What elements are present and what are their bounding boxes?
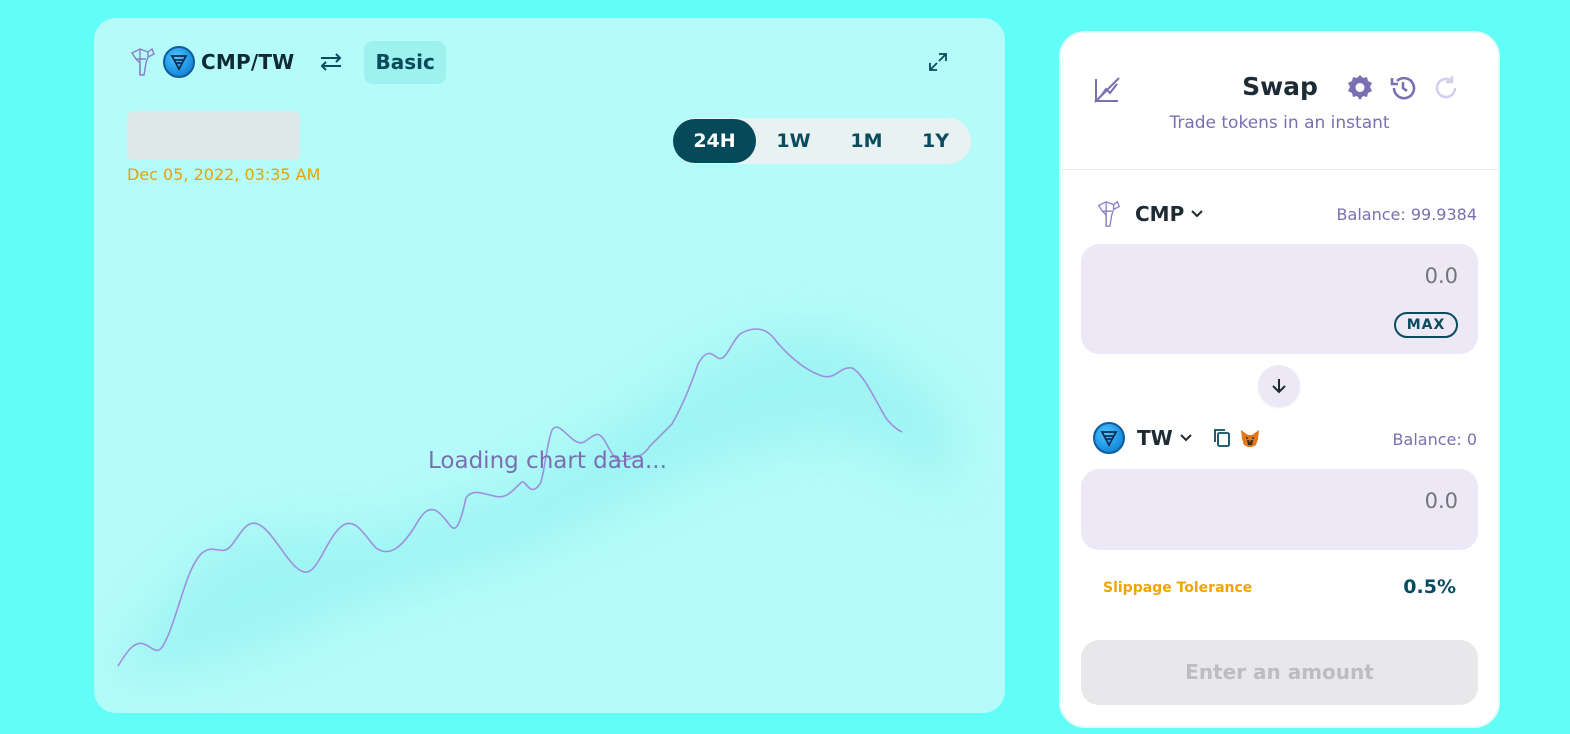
range-1m-button[interactable]: 1M xyxy=(831,119,902,163)
cmp-token-icon xyxy=(1097,200,1121,227)
price-loading-placeholder xyxy=(127,111,300,160)
tw-token-icon xyxy=(163,46,195,78)
refresh-icon xyxy=(1435,76,1457,99)
from-amount-input[interactable] xyxy=(1158,264,1458,288)
arrow-down-icon xyxy=(1272,379,1286,394)
slippage-label[interactable]: Slippage Tolerance xyxy=(1103,580,1252,596)
basic-mode-button[interactable]: Basic xyxy=(364,40,446,84)
expand-icon xyxy=(929,53,947,71)
swap-submit-button[interactable]: Enter an amount xyxy=(1081,640,1478,705)
header-divider xyxy=(1061,169,1498,170)
expand-button[interactable] xyxy=(926,50,950,74)
slippage-value: 0.5% xyxy=(1403,576,1456,598)
range-24h-button[interactable]: 24H xyxy=(673,119,756,163)
metamask-fox-icon[interactable] xyxy=(1239,427,1261,449)
chart-panel: CMP/TW Basic Dec 05, 2022, 03:35 AM 24H … xyxy=(94,18,1005,713)
cmp-token-icon xyxy=(126,45,158,79)
chart-glow xyxy=(118,329,954,678)
range-1w-button[interactable]: 1W xyxy=(756,119,831,163)
history-icon xyxy=(1390,76,1416,100)
chart-loading-text: Loading chart data... xyxy=(428,448,667,474)
to-token-symbol: TW xyxy=(1137,426,1173,450)
pair-label: CMP/TW xyxy=(201,50,295,74)
pair-header: CMP/TW Basic xyxy=(126,40,446,84)
settings-button[interactable] xyxy=(1345,73,1375,103)
tw-token-icon xyxy=(1093,422,1125,454)
range-1y-button[interactable]: 1Y xyxy=(902,119,969,163)
to-token-selector[interactable]: TW xyxy=(1093,421,1261,455)
to-amount-input[interactable] xyxy=(1158,489,1458,513)
history-button[interactable] xyxy=(1388,73,1418,103)
swap-card: Swap Trade tokens in an instant CMP Bala… xyxy=(1059,31,1500,728)
refresh-button[interactable] xyxy=(1431,73,1461,103)
price-date: Dec 05, 2022, 03:35 AM xyxy=(127,165,321,184)
gear-icon xyxy=(1348,75,1372,100)
to-amount-box xyxy=(1081,469,1478,550)
chevron-down-icon xyxy=(1179,434,1192,442)
copy-icon[interactable] xyxy=(1211,427,1233,449)
max-button[interactable]: MAX xyxy=(1394,312,1458,338)
swap-pair-button[interactable] xyxy=(318,49,344,75)
from-balance: Balance: 99.9384 xyxy=(1336,205,1477,224)
switch-direction-button[interactable] xyxy=(1258,365,1300,407)
to-balance: Balance: 0 xyxy=(1392,430,1477,449)
swap-subtitle: Trade tokens in an instant xyxy=(1169,113,1390,133)
from-amount-box: MAX xyxy=(1081,244,1478,354)
swap-arrows-icon xyxy=(321,53,342,71)
from-token-selector[interactable]: CMP xyxy=(1093,197,1204,231)
chevron-down-icon xyxy=(1191,210,1203,218)
time-range-selector: 24H 1W 1M 1Y xyxy=(673,118,971,164)
from-token-symbol: CMP xyxy=(1135,202,1185,226)
